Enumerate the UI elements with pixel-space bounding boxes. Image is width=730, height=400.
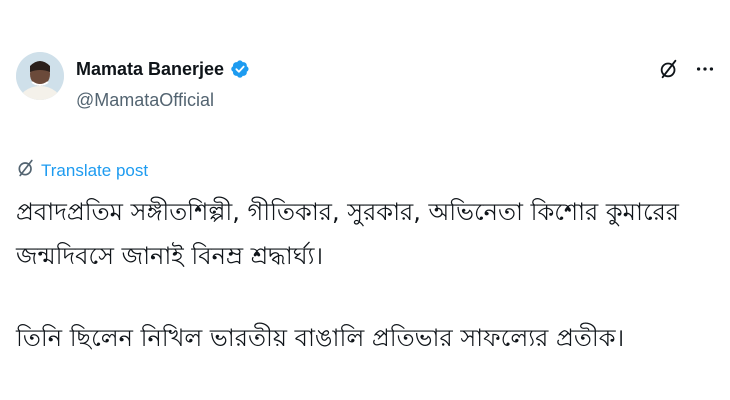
post-line-3: তিনি ছিলেন নিখিল ভারতীয় বাঙালি প্রতিভার… [16,324,625,352]
post-text: প্রবাদপ্রতিম সঙ্গীতশিল্পী, গীতিকার, সুরক… [16,190,716,360]
translate-icon [16,158,36,183]
post-line-1: প্রবাদপ্রতিম সঙ্গীতশিল্পী, গীতিকার, সুরক… [16,198,680,226]
post-card: Mamata Banerjee @MamataOfficial Translat… [0,0,730,400]
author-display-name[interactable]: Mamata Banerjee [76,59,224,80]
more-icon[interactable] [692,56,718,82]
author-block: Mamata Banerjee @MamataOfficial [76,58,250,111]
translate-label: Translate post [41,160,149,180]
grok-icon[interactable] [656,56,682,82]
verified-badge-icon [230,59,250,79]
post-line-2: জন্মদিবসে জানাই বিনম্র শ্রদ্ধার্ঘ্য। [16,242,324,270]
post-actions [656,56,718,82]
translate-post-link[interactable]: Translate post [16,158,148,183]
avatar[interactable] [16,52,64,100]
author-handle[interactable]: @MamataOfficial [76,90,250,111]
